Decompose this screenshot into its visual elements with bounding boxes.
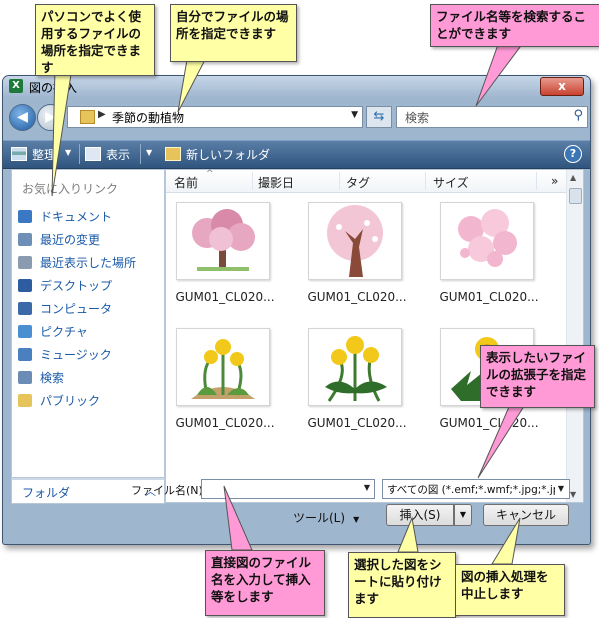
callout-location: 自分でファイルの場所を指定できます — [170, 4, 297, 62]
callout-pointer-cancel — [491, 517, 521, 565]
callout-sidebar: パソコンでよく使用するファイルの場所を指定できます — [35, 4, 155, 76]
callout-filename: 直接図のファイル名を入力して挿入等をします — [205, 550, 325, 616]
callout-filetype: 表示したいファイルの拡張子を指定できます — [480, 345, 595, 408]
callout-pointer-location — [177, 53, 209, 113]
callout-pointer-insert — [397, 516, 419, 553]
callout-cancel: 図の挿入処理を中止します — [455, 564, 565, 616]
callout-pointer-sidebar — [51, 67, 73, 197]
callout-search: ファイル名等を検索することができます — [430, 4, 599, 47]
callout-pointers — [51, 38, 529, 565]
callout-pointer-filename — [223, 485, 253, 551]
callout-pointer-filetype — [477, 399, 529, 479]
callout-insert: 選択した図をシートに貼り付けます — [348, 552, 456, 618]
callout-pointer-search — [475, 38, 527, 107]
